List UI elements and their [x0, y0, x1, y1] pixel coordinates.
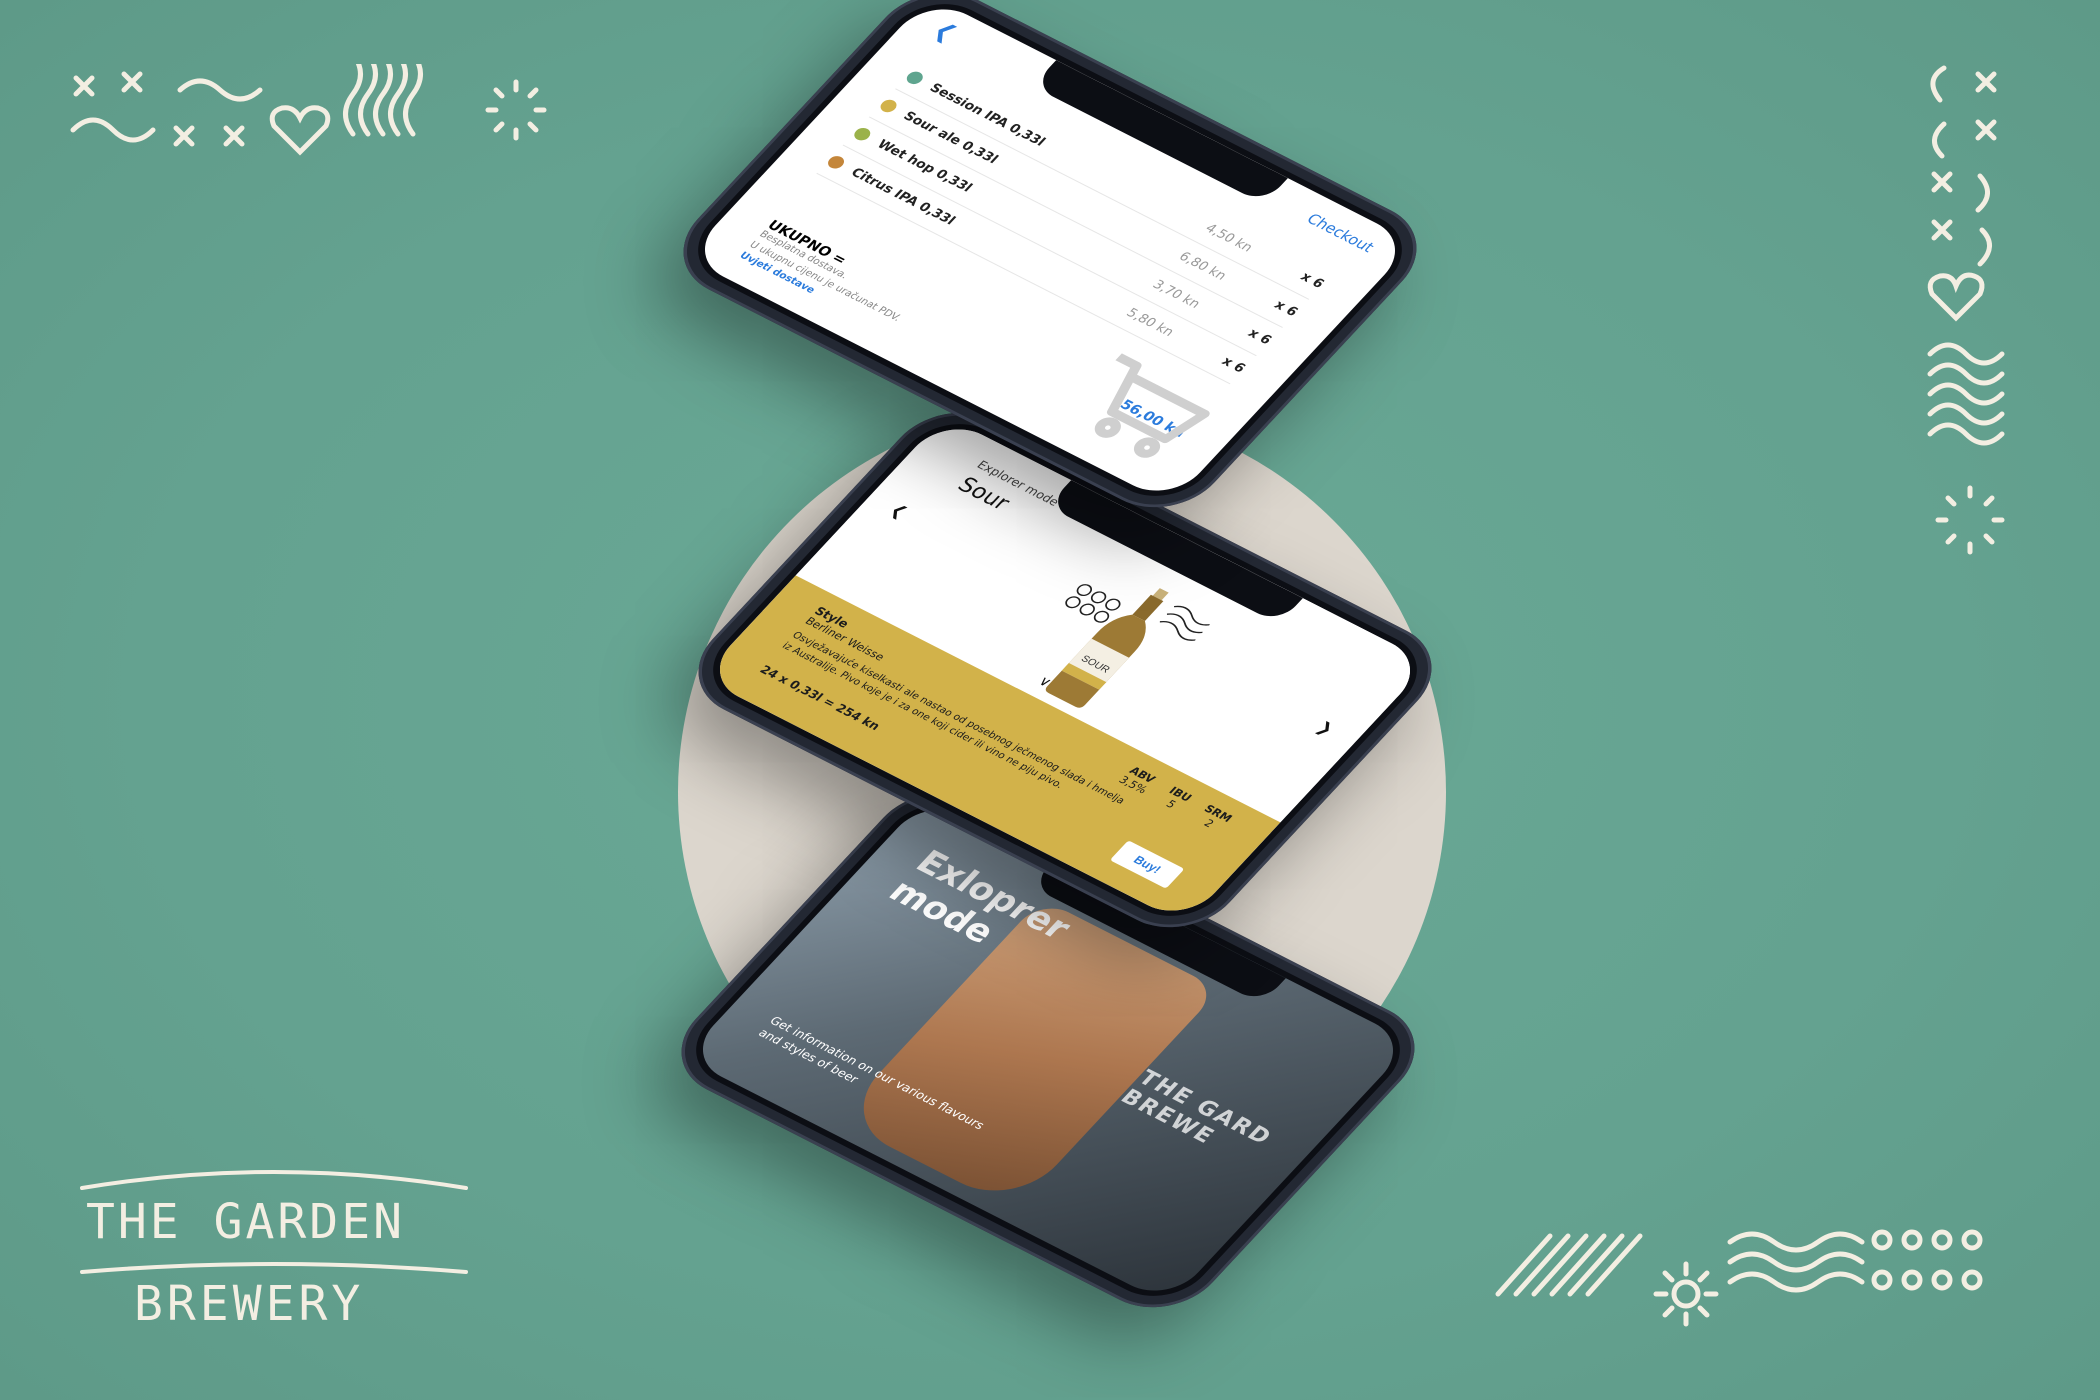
decor-top-left [68, 64, 568, 184]
stage: Exloprer mode THE GARD BREWE Get informa… [0, 0, 2100, 1400]
chevron-left-icon[interactable]: ❮ [886, 500, 911, 521]
checkout-button[interactable]: Checkout [1303, 210, 1378, 256]
item-qty[interactable]: x 6 [1255, 290, 1301, 319]
buy-button[interactable]: Buy! [1110, 840, 1185, 889]
decor-bottom-right [1490, 1220, 2050, 1340]
stat-abv: ABV 3,5% [1115, 764, 1158, 797]
beer-color-dot [903, 69, 926, 87]
brand-name-line2: BREWERY [134, 1276, 365, 1332]
cart-screen: ❮ 🛒 Cart Checkout Session IPA 0,33l 4,50… [685, 0, 1415, 505]
stat-ibu: IBU 5 [1163, 784, 1195, 811]
beer-color-dot [877, 97, 900, 115]
phone-cart: ❮ 🛒 Cart Checkout Session IPA 0,33l 4,50… [656, 0, 1444, 527]
item-qty[interactable]: x 6 [1281, 261, 1327, 291]
item-qty[interactable]: x 6 [1202, 346, 1248, 375]
beer-color-dot [824, 153, 848, 171]
stat-srm: SRM 2 [1201, 802, 1235, 831]
glass-brand-print: THE GARD BREWE [1115, 1066, 1277, 1169]
item-qty[interactable]: x 6 [1229, 318, 1275, 347]
beer-color-dot [851, 125, 874, 143]
brand-name-line1: THE GARDEN [86, 1194, 405, 1250]
order-price: 254 kn [832, 701, 884, 733]
chevron-right-icon[interactable]: ❯ [1313, 718, 1338, 739]
brand-logo: THE GARDEN BREWERY [74, 1160, 474, 1350]
chevron-left-icon[interactable]: ❮ [928, 18, 962, 45]
decor-top-right [1926, 60, 2016, 580]
